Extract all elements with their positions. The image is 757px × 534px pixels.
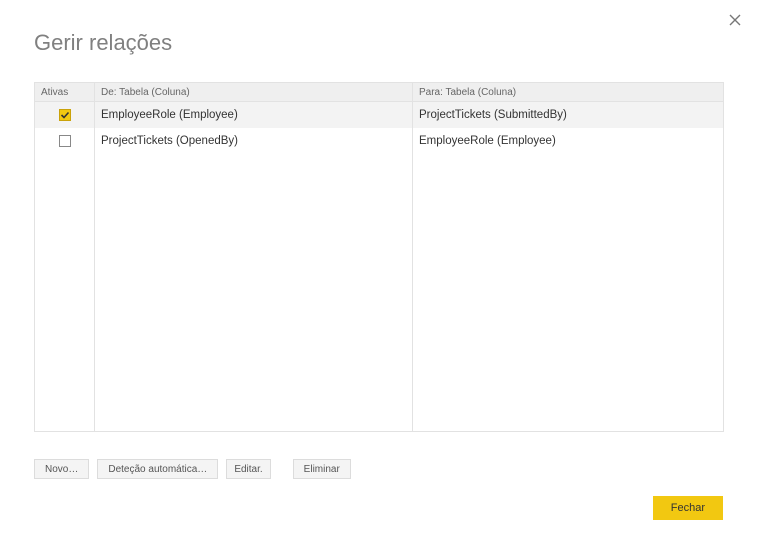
header-to[interactable]: Para: Tabela (Coluna) xyxy=(413,83,723,101)
cell-to[interactable]: ProjectTickets (SubmittedBy) xyxy=(413,102,723,128)
new-button[interactable]: Novo… xyxy=(34,459,89,479)
delete-button[interactable]: Eliminar xyxy=(293,459,351,479)
relationships-grid: Ativas De: Tabela (Coluna) Para: Tabela … xyxy=(34,82,724,432)
action-buttons: Novo… Deteção automática… Editar. Elimin… xyxy=(34,459,351,479)
header-active[interactable]: Ativas xyxy=(35,83,95,101)
close-icon[interactable] xyxy=(727,12,743,28)
dialog-footer: Fechar xyxy=(653,496,723,520)
cell-to[interactable]: EmployeeRole (Employee) xyxy=(413,128,723,154)
header-from[interactable]: De: Tabela (Coluna) xyxy=(95,83,413,101)
cell-from[interactable]: EmployeeRole (Employee) xyxy=(95,102,412,128)
grid-header: Ativas De: Tabela (Coluna) Para: Tabela … xyxy=(35,82,723,102)
close-button[interactable]: Fechar xyxy=(653,496,723,520)
cell-from[interactable]: ProjectTickets (OpenedBy) xyxy=(95,128,412,154)
active-checkbox[interactable] xyxy=(59,135,71,147)
dialog-title: Gerir relações xyxy=(34,30,172,56)
grid-body: EmployeeRole (Employee) ProjectTickets (… xyxy=(35,102,723,431)
edit-button[interactable]: Editar. xyxy=(226,459,270,479)
active-checkbox[interactable] xyxy=(59,109,71,121)
autodetect-button[interactable]: Deteção automática… xyxy=(97,459,218,479)
